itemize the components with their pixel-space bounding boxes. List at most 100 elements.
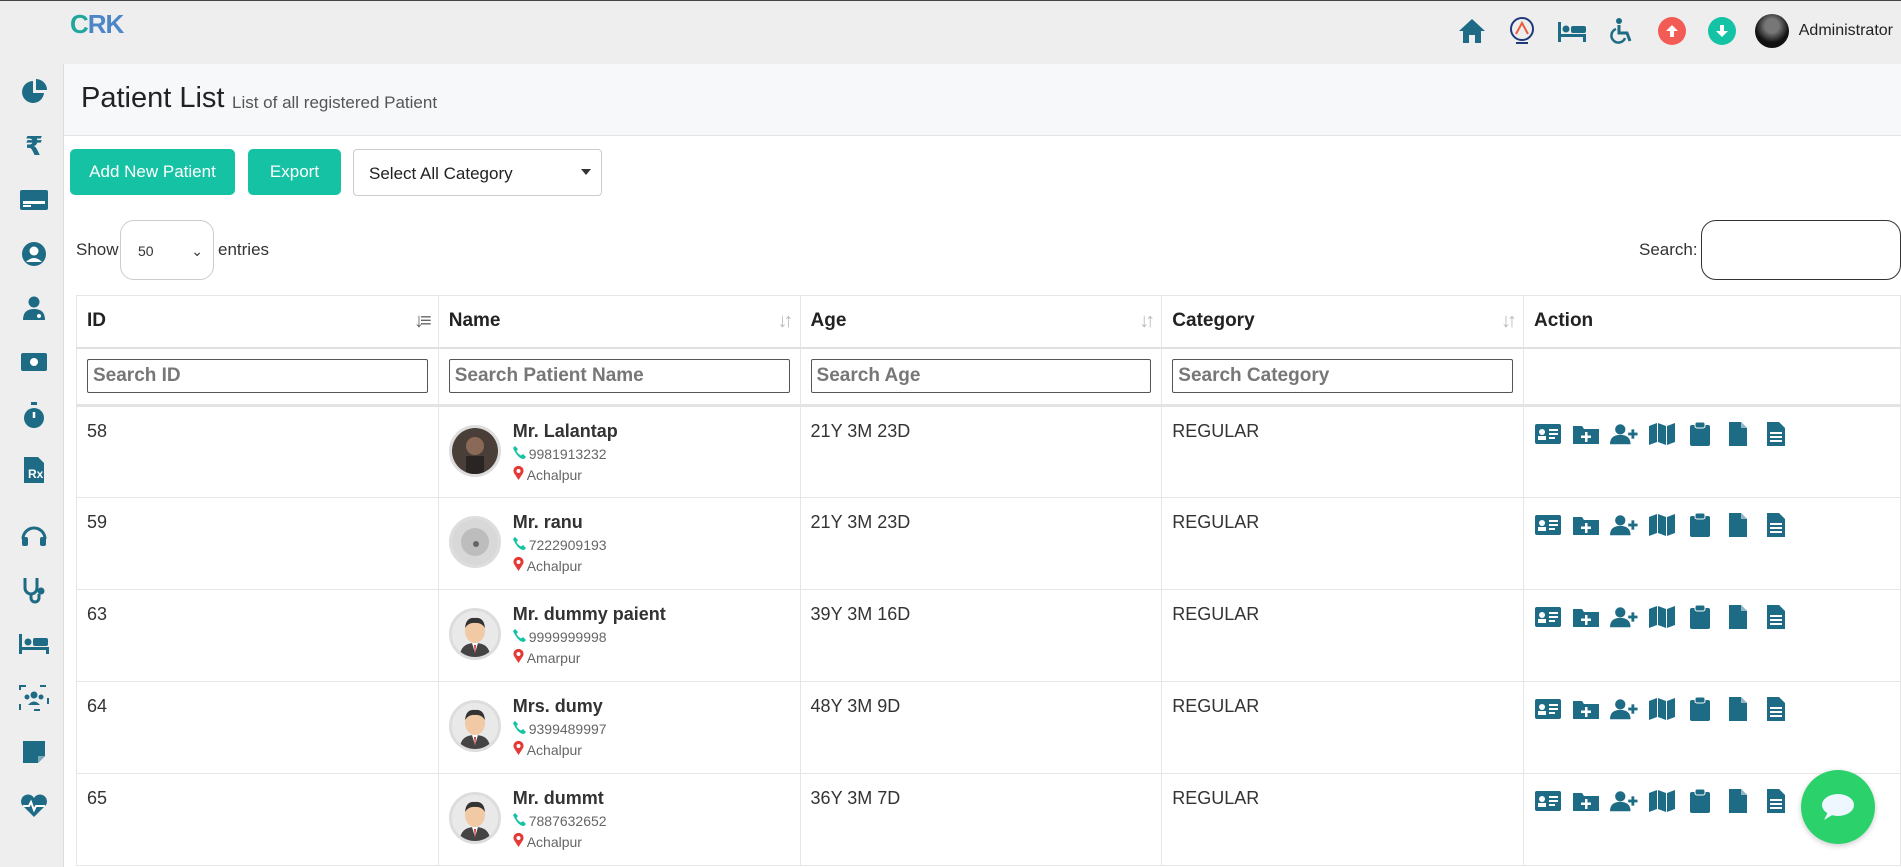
arrow-down-circle-icon[interactable] (1697, 11, 1747, 51)
patient-table: ID↓≡ Name↓↑ Age↓↑ Category↓↑ Action 58 M… (76, 295, 1901, 866)
rupee-icon[interactable]: ₹ (18, 130, 50, 162)
arrow-up-circle-icon[interactable] (1647, 11, 1697, 51)
folder-plus-icon[interactable] (1572, 788, 1600, 814)
category-select-value: Select All Category (369, 164, 513, 183)
cell-actions (1523, 589, 1901, 682)
location-pin-icon (513, 832, 524, 850)
search-age-input[interactable] (810, 359, 1152, 394)
phone-icon (512, 629, 526, 645)
abha-logo-icon[interactable] (1497, 11, 1547, 51)
patient-name[interactable]: Mr. ranu (513, 512, 607, 533)
search-category-input[interactable] (1172, 359, 1514, 394)
stethoscope-icon[interactable] (18, 574, 50, 606)
patient-phone: 7222909193 (528, 537, 607, 553)
column-header-id[interactable]: ID ↓≡ (76, 295, 439, 349)
cell-name: Mr. Lalantap 9981913232 Achalpur (437, 405, 801, 498)
file-text-icon[interactable] (1762, 421, 1790, 447)
map-icon[interactable] (1648, 512, 1676, 538)
id-card-icon[interactable] (1534, 421, 1562, 447)
stopwatch-icon[interactable] (18, 400, 50, 432)
patient-avatar (448, 700, 501, 752)
entries-select[interactable]: 50 ⌄ (120, 220, 214, 280)
column-header-age[interactable]: Age ↓↑ (799, 295, 1163, 349)
heartbeat-icon[interactable] (18, 790, 50, 822)
home-icon[interactable] (1447, 11, 1497, 51)
search-input[interactable] (1701, 220, 1901, 280)
users-icon[interactable] (18, 682, 50, 714)
file-icon[interactable] (1724, 604, 1752, 630)
patient-phone: 9399489997 (528, 721, 607, 737)
file-icon[interactable] (1724, 512, 1752, 538)
file-text-icon[interactable] (1762, 788, 1790, 814)
money-icon[interactable] (18, 346, 50, 378)
user-name[interactable]: Administrator (1799, 22, 1893, 40)
clipboard-icon[interactable] (1686, 788, 1714, 814)
map-icon[interactable] (1648, 788, 1676, 814)
location-pin-icon (513, 740, 524, 758)
file-text-icon[interactable] (1762, 696, 1790, 722)
category-select[interactable]: Select All Category (353, 149, 602, 196)
pie-chart-icon[interactable] (18, 76, 50, 108)
cell-name: Mr. ranu 7222909193 Achalpur (437, 497, 801, 590)
prescription-icon[interactable]: Rx (18, 454, 50, 486)
patient-name[interactable]: Mr. Lalantap (513, 421, 618, 442)
top-bar: CRK Administrator (0, 0, 1901, 64)
search-name-input[interactable] (448, 359, 790, 394)
cell-id: 59 (76, 497, 439, 590)
user-plus-icon[interactable] (1610, 696, 1638, 722)
sticky-note-icon[interactable] (18, 736, 50, 768)
folder-plus-icon[interactable] (1572, 421, 1600, 447)
id-card-icon[interactable] (1534, 512, 1562, 538)
file-icon[interactable] (1724, 696, 1752, 722)
page-subtitle: List of all registered Patient (232, 93, 438, 112)
user-plus-icon[interactable] (1610, 421, 1638, 447)
hospital-bed-icon[interactable] (1547, 11, 1597, 51)
id-card-icon[interactable] (1534, 788, 1562, 814)
clipboard-icon[interactable] (1686, 421, 1714, 447)
folder-plus-icon[interactable] (1572, 604, 1600, 630)
export-button[interactable]: Export (248, 149, 341, 195)
id-card-icon[interactable] (1534, 696, 1562, 722)
user-plus-icon[interactable] (1610, 512, 1638, 538)
folder-plus-icon[interactable] (1572, 696, 1600, 722)
cell-age: 39Y 3M 16D (799, 589, 1163, 682)
add-new-patient-button[interactable]: Add New Patient (70, 149, 235, 195)
user-avatar[interactable] (1754, 14, 1789, 48)
main-content: Patient List List of all registered Pati… (64, 64, 1901, 867)
patient-name[interactable]: Mr. dummy paient (513, 604, 666, 625)
user-plus-icon[interactable] (1610, 604, 1638, 630)
filter-row (76, 347, 1901, 407)
folder-plus-icon[interactable] (1572, 512, 1600, 538)
map-icon[interactable] (1648, 604, 1676, 630)
patient-name[interactable]: Mrs. dumy (513, 696, 607, 717)
bed-icon[interactable] (18, 628, 50, 660)
clipboard-icon[interactable] (1686, 512, 1714, 538)
user-circle-icon[interactable] (18, 238, 50, 270)
app-logo[interactable]: CRK (70, 9, 124, 40)
file-text-icon[interactable] (1762, 604, 1790, 630)
file-text-icon[interactable] (1762, 512, 1790, 538)
file-icon[interactable] (1724, 788, 1752, 814)
chat-button[interactable] (1801, 770, 1875, 844)
column-header-action: Action (1523, 295, 1901, 349)
id-card-icon[interactable] (1534, 604, 1562, 630)
search-id-input[interactable] (87, 359, 428, 394)
map-icon[interactable] (1648, 421, 1676, 447)
sort-icon: ↓↑ (1501, 310, 1517, 332)
column-header-category[interactable]: Category ↓↑ (1161, 295, 1525, 349)
phone-icon (512, 537, 526, 553)
map-icon[interactable] (1648, 696, 1676, 722)
column-header-name[interactable]: Name ↓↑ (437, 295, 801, 349)
clipboard-icon[interactable] (1686, 696, 1714, 722)
headset-icon[interactable] (18, 520, 50, 552)
id-card-icon[interactable] (18, 184, 50, 216)
top-icons: Administrator (1447, 11, 1895, 51)
doctor-icon[interactable] (18, 292, 50, 324)
patient-location: Achalpur (526, 557, 582, 574)
patient-name[interactable]: Mr. dummt (513, 788, 607, 809)
file-icon[interactable] (1724, 421, 1752, 447)
user-plus-icon[interactable] (1610, 788, 1638, 814)
cell-id: 63 (76, 589, 439, 682)
wheelchair-icon[interactable] (1597, 11, 1647, 51)
clipboard-icon[interactable] (1686, 604, 1714, 630)
